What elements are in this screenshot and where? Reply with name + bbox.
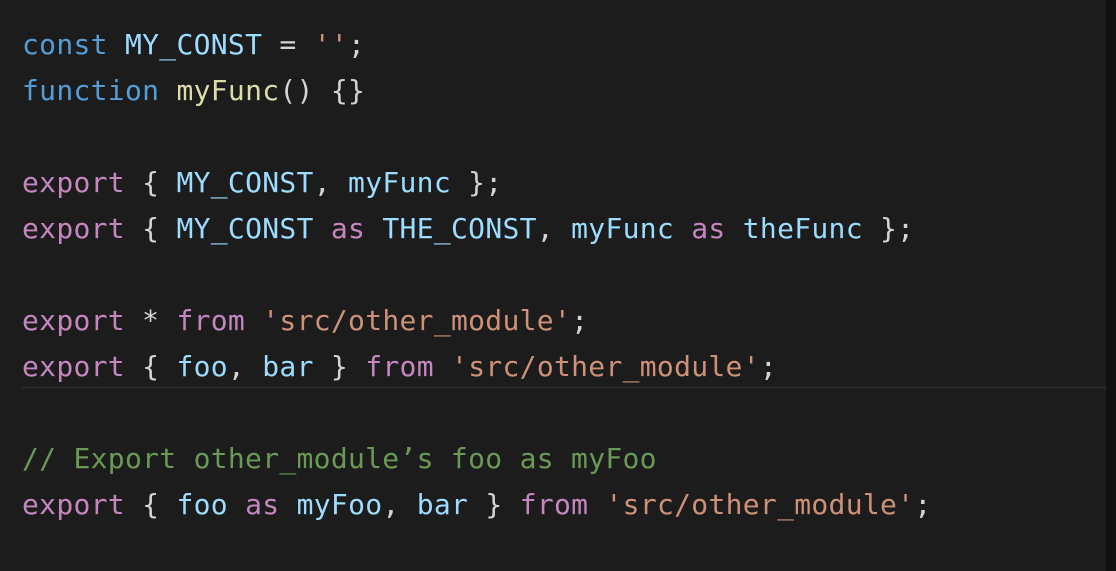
code-line[interactable]: // Export other_module’s foo as myFoo <box>22 436 1116 482</box>
code-token: export <box>22 166 125 199</box>
code-token: myFoo <box>296 488 383 521</box>
code-line[interactable]: const MY_CONST = ''; <box>22 22 1116 68</box>
code-token: { <box>124 350 177 383</box>
code-token: theFunc <box>742 212 863 245</box>
code-token: bar <box>262 350 314 383</box>
code-token: '' <box>313 28 349 61</box>
code-token: , <box>382 488 417 521</box>
code-line[interactable] <box>22 114 1116 160</box>
code-token: { <box>124 166 177 199</box>
code-editor[interactable]: const MY_CONST = ''; function myFunc() {}… <box>0 0 1116 571</box>
code-token: MY_CONST <box>176 166 314 199</box>
code-token: * <box>124 304 177 337</box>
code-token: bar <box>416 488 469 521</box>
code-token: foo <box>176 350 228 383</box>
editor-right-edge <box>1106 0 1116 571</box>
code-token: THE_CONST <box>382 212 537 245</box>
code-token: myFunc <box>571 212 675 245</box>
code-token: , <box>536 212 572 245</box>
code-token: from <box>519 488 589 521</box>
code-token: 'src/other_module' <box>605 488 915 521</box>
code-token: }; <box>450 166 503 199</box>
code-token: from <box>176 304 246 337</box>
code-token: as <box>330 212 366 245</box>
code-line[interactable] <box>22 252 1116 298</box>
code-token: ; <box>759 350 778 383</box>
code-token: 'src/other_module' <box>262 304 572 337</box>
code-token: { <box>124 488 177 521</box>
code-token: ; <box>914 488 932 521</box>
code-token: foo <box>176 488 228 521</box>
code-token: }; <box>862 212 915 245</box>
code-token: () {} <box>279 74 366 107</box>
code-token: } <box>468 488 520 521</box>
code-token: } <box>313 350 366 383</box>
code-line[interactable]: export { foo as myFoo, bar } from 'src/o… <box>22 482 1116 528</box>
code-token: as <box>245 488 280 521</box>
code-area[interactable]: const MY_CONST = ''; function myFunc() {}… <box>22 22 1116 528</box>
code-token: // Export other_module’s foo as myFoo <box>22 442 657 475</box>
code-token: from <box>365 350 434 383</box>
code-line[interactable]: export { MY_CONST as THE_CONST, myFunc a… <box>22 206 1116 252</box>
code-token: ; <box>571 304 589 337</box>
code-token: export <box>22 488 125 521</box>
code-token: ; <box>348 28 366 61</box>
code-token: myFunc <box>176 74 280 107</box>
code-line[interactable]: export { MY_CONST, myFunc }; <box>22 160 1116 206</box>
code-token: function <box>22 74 160 107</box>
code-token: MY_CONST <box>124 28 263 61</box>
code-token: myFunc <box>348 166 451 199</box>
code-token: { <box>124 212 177 245</box>
code-token: , <box>313 166 349 199</box>
code-token: const <box>22 28 108 61</box>
code-token: export <box>22 304 125 337</box>
code-line[interactable]: function myFunc() {} <box>22 68 1116 114</box>
code-line[interactable]: export * from 'src/other_module'; <box>22 298 1116 344</box>
code-token: 'src/other_module' <box>451 350 760 383</box>
code-token: MY_CONST <box>176 212 314 245</box>
code-token: export <box>22 212 125 245</box>
code-token: = <box>262 28 314 61</box>
code-line[interactable] <box>22 390 1116 436</box>
code-token: , <box>227 350 263 383</box>
code-token: as <box>691 212 726 245</box>
code-token: export <box>22 350 125 383</box>
code-line[interactable]: export { foo, bar } from 'src/other_modu… <box>22 344 1116 390</box>
